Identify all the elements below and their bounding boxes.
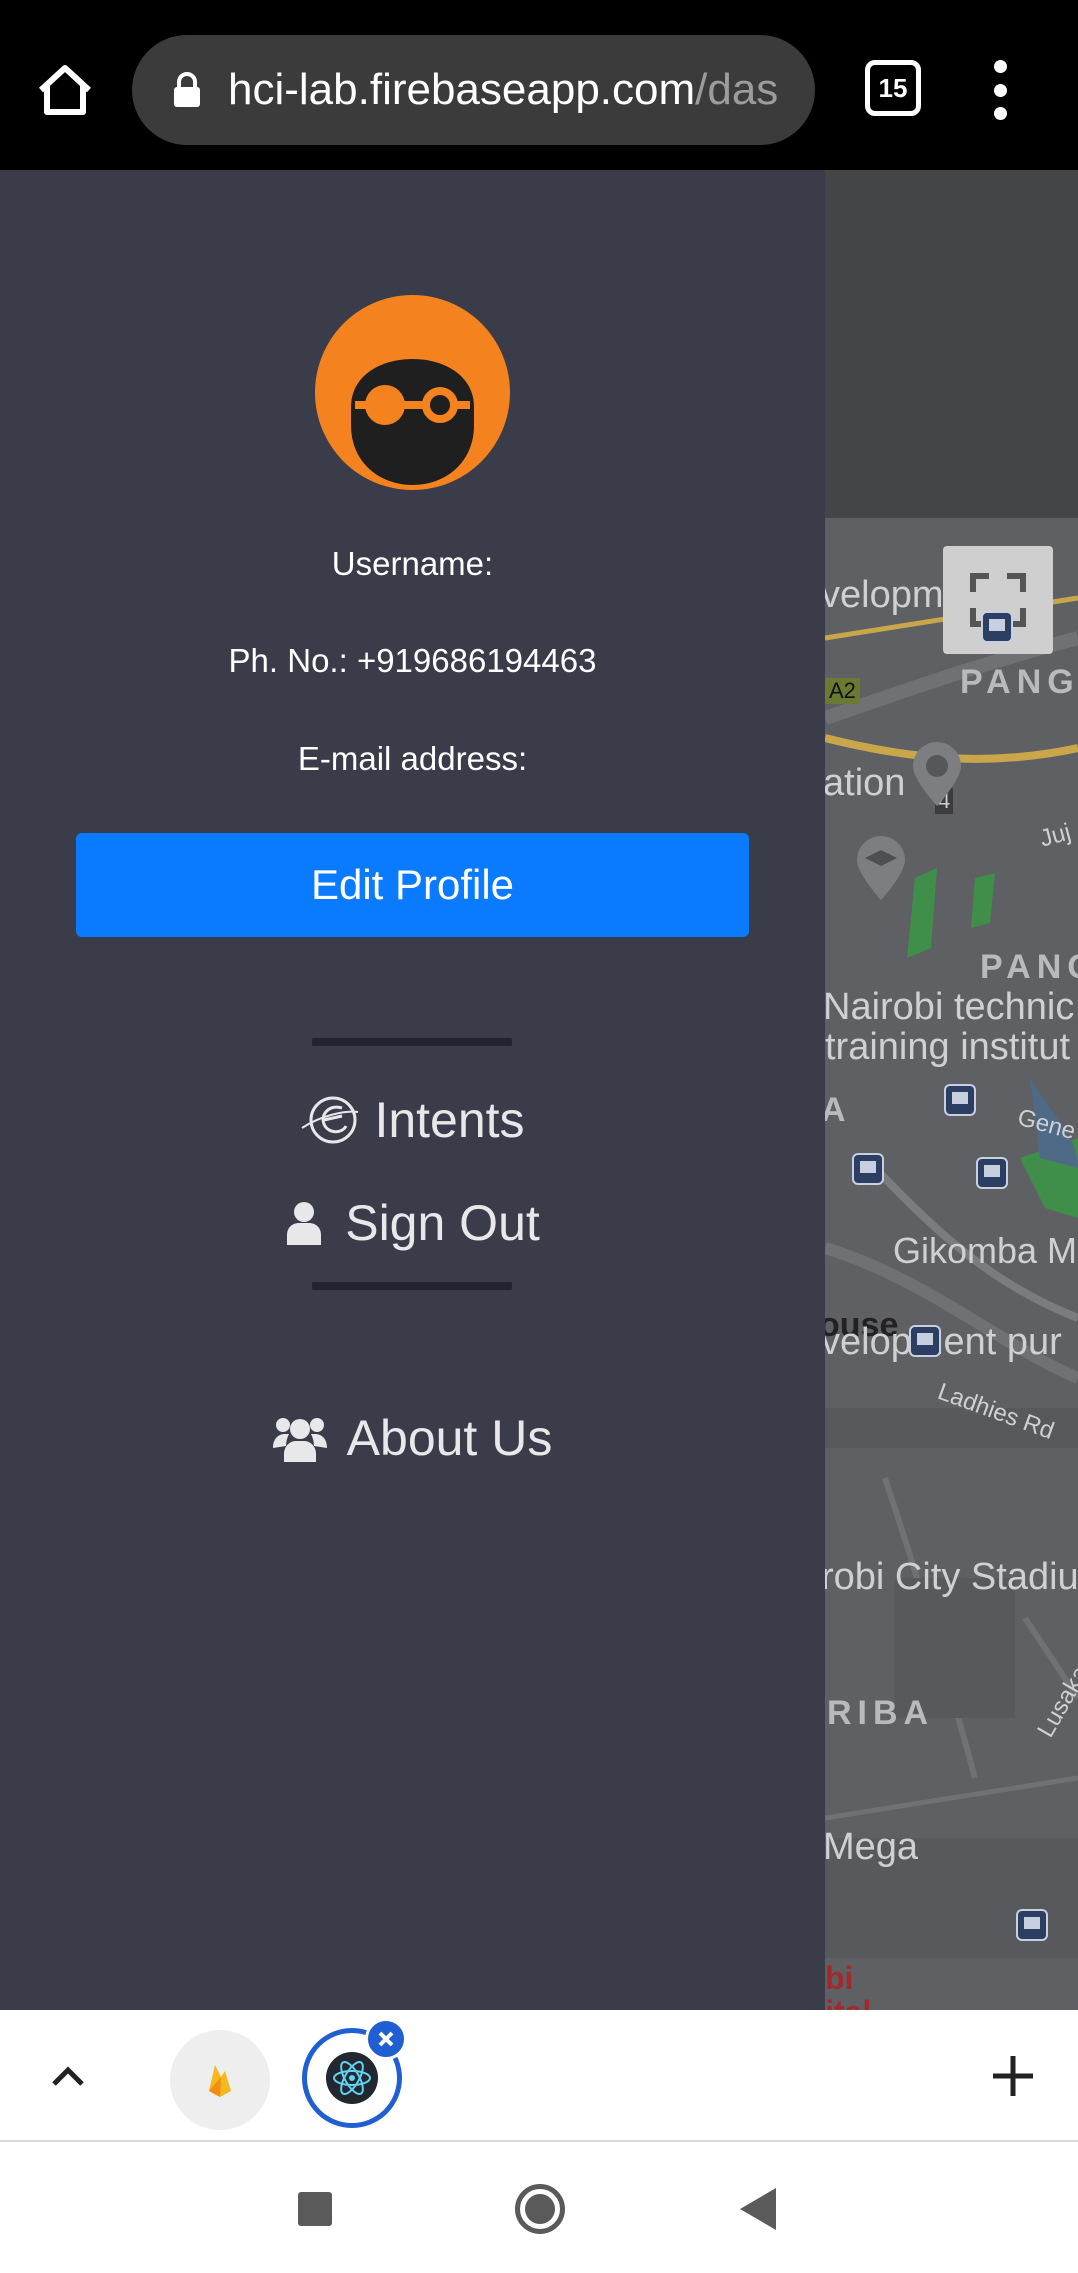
map-label: PANG xyxy=(960,663,1078,701)
avatar-icon xyxy=(315,295,510,490)
bus-stop-icon xyxy=(1016,1909,1048,1941)
bus-stop-icon xyxy=(909,1325,941,1357)
nav-label-intents: Intents xyxy=(374,1092,525,1148)
nav-item-sign-out[interactable]: Sign Out xyxy=(0,1183,825,1263)
bus-stop-icon xyxy=(852,1153,884,1185)
map-label: ital xyxy=(825,1994,871,2010)
map-label: RIBA xyxy=(827,1694,935,1732)
email-label: E-mail address: xyxy=(297,740,528,777)
bus-stop-icon xyxy=(944,1084,976,1116)
divider xyxy=(312,1038,512,1046)
plus-icon xyxy=(993,2056,1033,2096)
edit-profile-button[interactable]: Edit Profile xyxy=(76,833,749,937)
page-header-area xyxy=(825,170,1078,518)
map-label: velopment pur xyxy=(825,1321,1062,1363)
url-text: hci-lab.firebaseapp.com/das xyxy=(228,65,779,114)
map-label: training institut xyxy=(825,1026,1071,1068)
map-label: PANG xyxy=(980,948,1078,986)
map-label: Mega xyxy=(825,1826,919,1868)
map-view[interactable]: velopm 4 PANG A2 ation Juj PANG Nairobi … xyxy=(825,518,1078,2010)
expand-tabs-button[interactable] xyxy=(40,2048,96,2104)
nav-item-intents[interactable]: Intents xyxy=(0,1080,825,1160)
page-background: velopm 4 PANG A2 ation Juj PANG Nairobi … xyxy=(825,170,1078,2010)
school-pin-icon xyxy=(857,836,905,900)
home-nav-button[interactable] xyxy=(515,2184,565,2234)
place-pin-icon xyxy=(913,742,961,806)
tab-firebase[interactable] xyxy=(170,2030,270,2130)
home-button[interactable] xyxy=(30,55,100,125)
side-drawer: Username: Ph. No.: +919686194463 E-mail … xyxy=(0,170,825,2010)
map-label: velopm xyxy=(825,574,944,616)
nav-item-about-us[interactable]: About Us xyxy=(0,1398,825,1478)
phone-label: Ph. No.: +919686194463 xyxy=(228,642,597,679)
intents-logo-icon xyxy=(300,1092,360,1148)
tab-switcher-button[interactable]: 15 xyxy=(865,60,921,116)
home-icon xyxy=(38,65,92,115)
system-nav-bar xyxy=(0,2142,1078,2273)
back-button[interactable] xyxy=(740,2188,776,2230)
bus-stop-icon xyxy=(976,1157,1008,1189)
map-label: A xyxy=(825,1091,852,1129)
user-icon xyxy=(285,1201,323,1245)
nav-label-about-us: About Us xyxy=(346,1410,553,1466)
map-label: robi City Stadiu xyxy=(825,1556,1078,1598)
nav-label-sign-out: Sign Out xyxy=(345,1195,540,1251)
map-label: ation xyxy=(825,762,906,804)
map-label: A2 xyxy=(825,678,860,704)
new-tab-button[interactable] xyxy=(985,2048,1041,2104)
close-tab-button[interactable] xyxy=(365,2018,407,2060)
more-vert-icon[interactable] xyxy=(985,60,1015,120)
close-icon xyxy=(378,2031,394,2047)
firebase-icon xyxy=(209,2065,231,2097)
bus-stop-icon xyxy=(981,611,1013,643)
chevron-up-icon xyxy=(52,2066,84,2086)
map-label: Nairobi technic xyxy=(825,986,1075,1028)
divider xyxy=(312,1282,512,1290)
map-label: Gikomba M xyxy=(893,1230,1078,1271)
tab-strip xyxy=(0,2010,1078,2142)
address-bar[interactable]: hci-lab.firebaseapp.com/das xyxy=(132,35,815,145)
browser-toolbar: hci-lab.firebaseapp.com/das 15 xyxy=(0,0,1078,170)
username-label: Username: xyxy=(331,545,494,582)
recent-apps-button[interactable] xyxy=(298,2192,332,2226)
users-icon xyxy=(272,1414,327,1462)
map-label: bi xyxy=(825,1960,854,1996)
react-icon xyxy=(326,2052,378,2104)
lock-icon xyxy=(174,72,200,107)
